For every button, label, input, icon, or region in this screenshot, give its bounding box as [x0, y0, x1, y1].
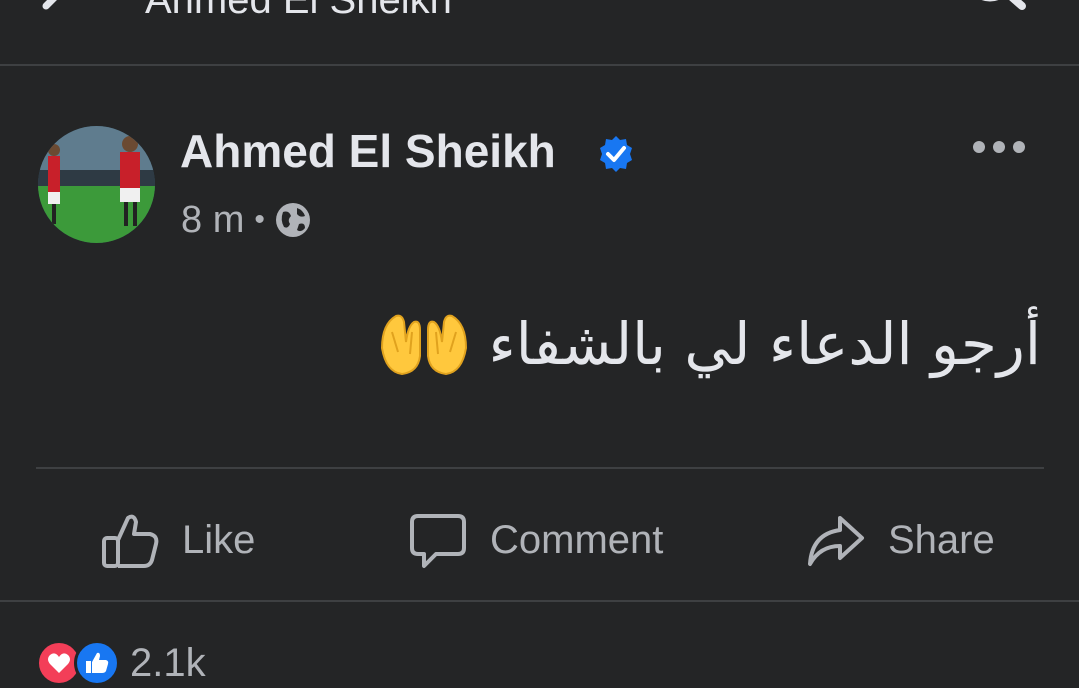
thumbs-up-icon: [102, 514, 159, 568]
post-text: أرجو الدعاء لي بالشفاء: [378, 310, 1041, 378]
post-message: أرجو الدعاء لي بالشفاء: [488, 310, 1041, 378]
more-options-icon[interactable]: [972, 140, 1026, 154]
share-arrow-icon: [808, 516, 864, 566]
divider: [0, 600, 1079, 602]
comment-bubble-icon: [410, 514, 466, 568]
post-header: Ahmed El Sheikh 8 m •: [0, 120, 1079, 250]
divider: [36, 467, 1044, 469]
search-icon[interactable]: [960, 0, 1030, 30]
verified-badge-icon: [600, 136, 632, 172]
like-label: Like: [182, 517, 256, 562]
like-button[interactable]: Like: [100, 490, 255, 590]
globe-icon: [275, 203, 310, 237]
author-name[interactable]: Ahmed El Sheikh: [180, 124, 556, 178]
comment-button[interactable]: Comment: [408, 490, 663, 590]
reaction-count: 2.1k: [130, 640, 206, 685]
post-action-bar: Like Comment Share: [0, 490, 1079, 590]
post-meta: 8 m •: [181, 198, 311, 242]
top-bar: Ahmed El Sheikh: [0, 0, 1079, 66]
share-label: Share: [888, 517, 995, 562]
post-timestamp[interactable]: 8 m: [181, 199, 244, 242]
meta-separator: •: [254, 203, 265, 236]
folded-hands-emoji-icon: [381, 314, 468, 376]
comment-label: Comment: [490, 517, 664, 562]
like-icon: [74, 640, 120, 686]
share-button[interactable]: Share: [806, 490, 995, 590]
avatar-photo: [38, 126, 155, 243]
avatar[interactable]: [38, 126, 155, 243]
page-title: Ahmed El Sheikh: [145, 0, 452, 22]
arrow-left-icon[interactable]: [28, 0, 88, 30]
reactions-summary[interactable]: 2.1k: [36, 638, 206, 688]
